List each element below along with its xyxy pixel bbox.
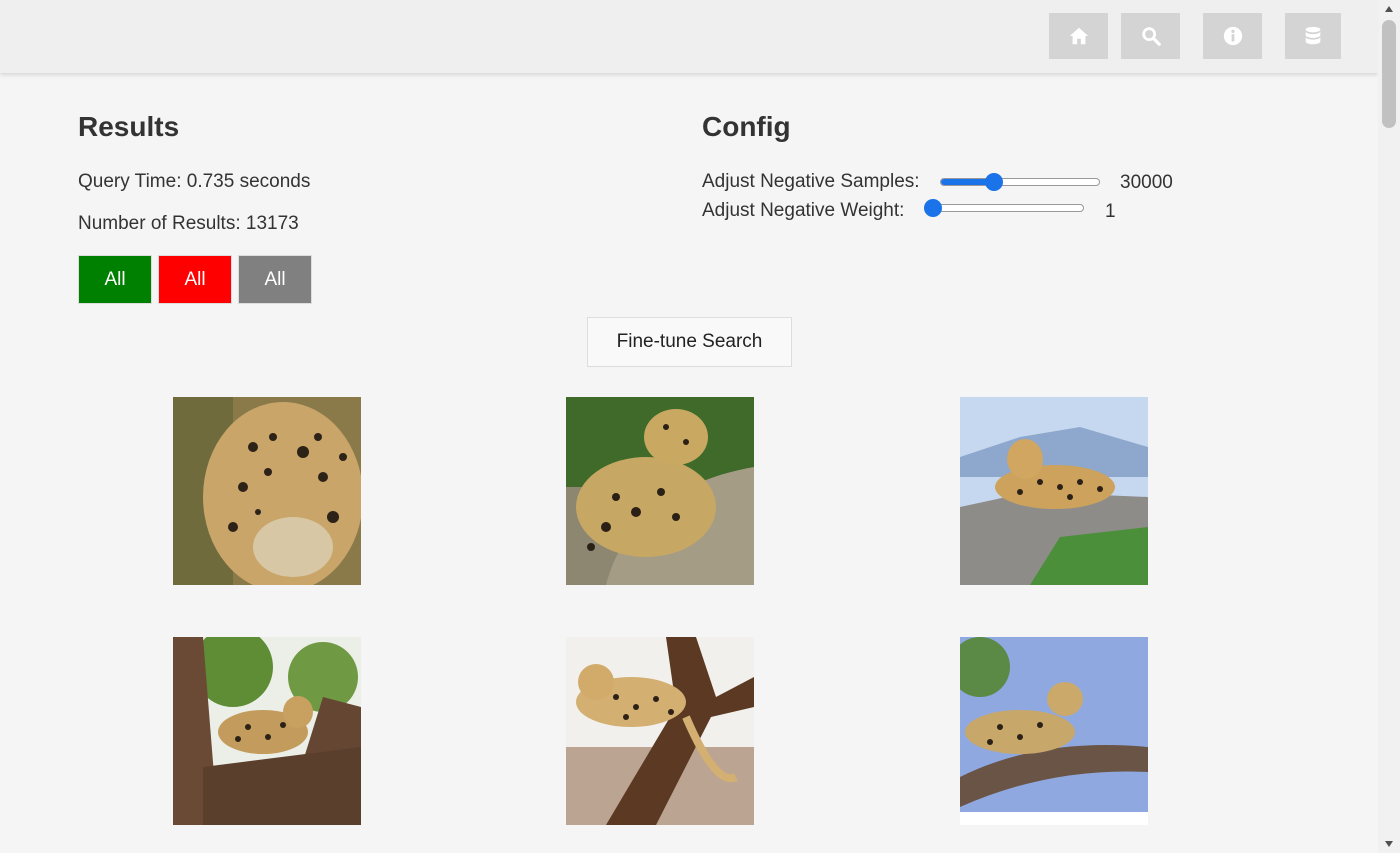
negative-weight-value: 1 (1105, 201, 1116, 222)
result-image[interactable] (173, 397, 361, 585)
database-button[interactable] (1285, 13, 1341, 59)
negative-weight-slider[interactable] (924, 198, 1084, 218)
slider-fill (941, 179, 992, 185)
info-icon (1223, 26, 1242, 46)
filter-all-green-button[interactable]: All (78, 255, 152, 304)
info-button[interactable] (1203, 13, 1262, 59)
negative-samples-value: 30000 (1120, 172, 1173, 193)
negative-weight-label: Adjust Negative Weight: (702, 200, 905, 221)
page-scrollbar[interactable] (1378, 0, 1400, 853)
slider-thumb[interactable] (924, 199, 942, 217)
negative-samples-label: Adjust Negative Samples: (702, 171, 920, 192)
slider-thumb[interactable] (985, 173, 1004, 191)
search-button[interactable] (1121, 13, 1180, 59)
database-icon (1305, 26, 1321, 45)
result-count-text: Number of Results: 13173 (78, 213, 299, 234)
home-button[interactable] (1049, 13, 1108, 59)
fine-tune-search-button[interactable]: Fine-tune Search (587, 317, 792, 367)
scrollbar-thumb[interactable] (1382, 20, 1396, 128)
result-image[interactable] (173, 637, 361, 825)
query-time-text: Query Time: 0.735 seconds (78, 171, 311, 192)
filter-all-red-button[interactable]: All (158, 255, 232, 304)
result-image[interactable] (960, 397, 1148, 585)
scroll-down-arrow-icon[interactable] (1378, 835, 1400, 853)
search-icon (1141, 27, 1161, 46)
negative-samples-slider[interactable] (940, 172, 1100, 192)
top-nav-bar (0, 0, 1378, 73)
result-image[interactable] (960, 637, 1148, 825)
config-title: Config (702, 111, 791, 142)
home-icon (1069, 27, 1088, 45)
results-title: Results (78, 111, 180, 142)
result-image[interactable] (566, 397, 754, 585)
filter-all-gray-button[interactable]: All (238, 255, 312, 304)
result-image[interactable] (566, 637, 754, 825)
scroll-up-arrow-icon[interactable] (1378, 0, 1400, 18)
